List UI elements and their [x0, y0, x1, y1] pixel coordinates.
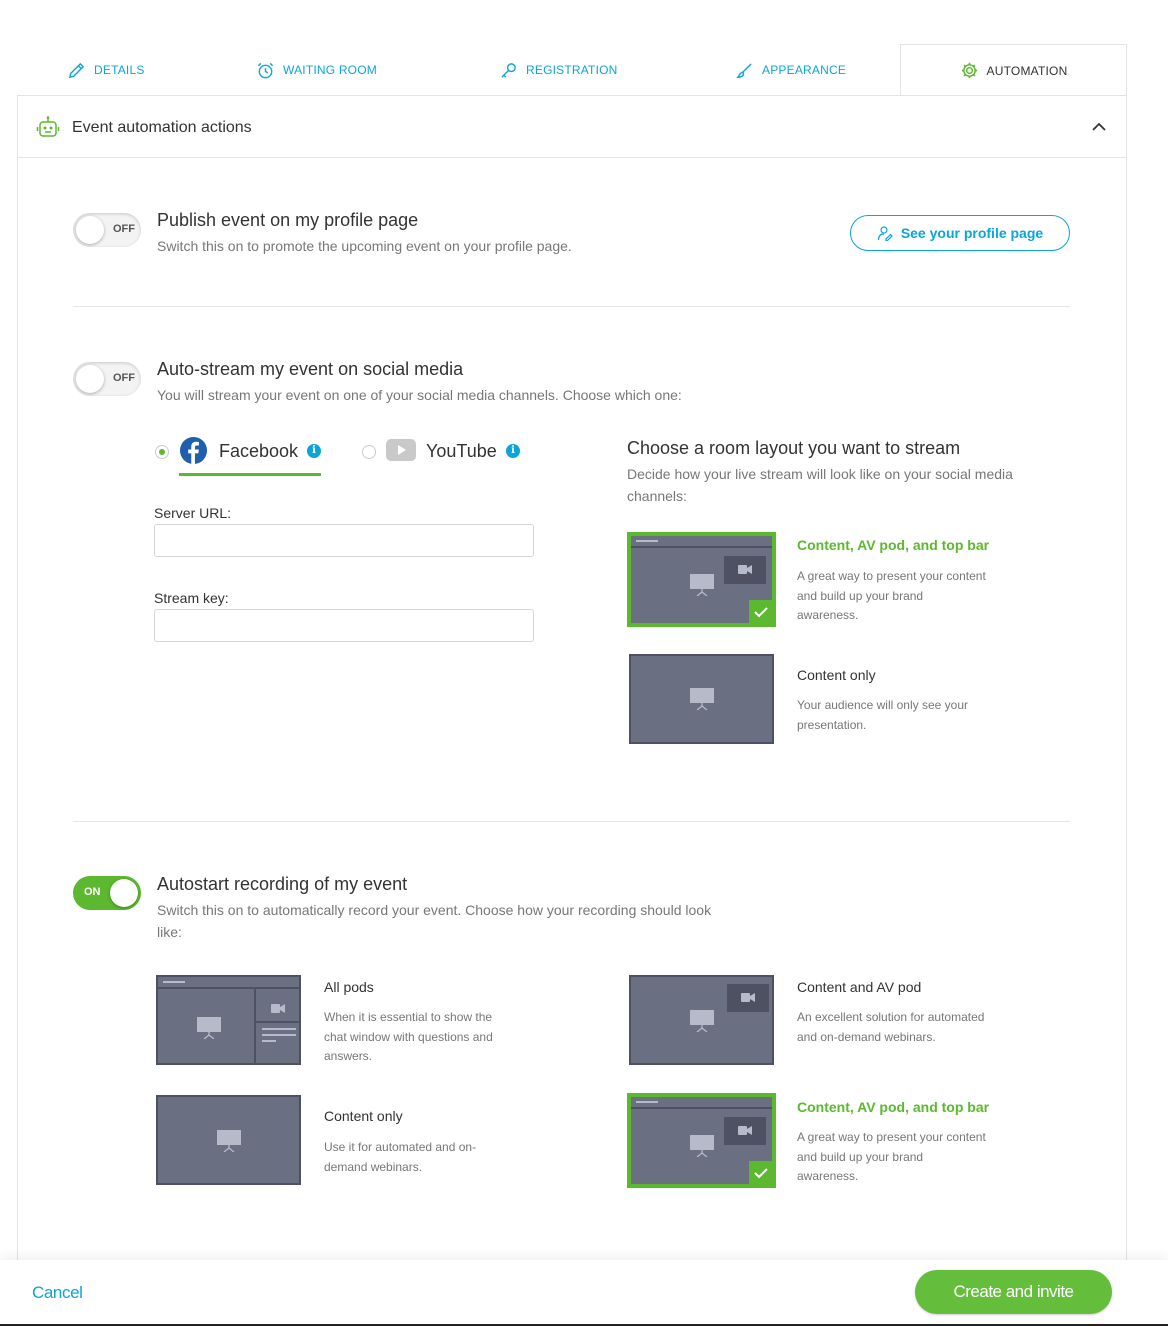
toggle-state: OFF: [113, 372, 135, 384]
cancel-button[interactable]: Cancel: [32, 1283, 83, 1303]
selected-underline: [179, 473, 321, 476]
create-and-invite-button[interactable]: Create and invite: [915, 1270, 1112, 1314]
gear-icon: [961, 62, 977, 79]
server-url-label: Server URL:: [154, 505, 232, 521]
topbar-shape: [158, 977, 299, 989]
autostream-subtitle: You will stream your event on one of you…: [157, 387, 682, 403]
presentation-icon: [690, 1010, 714, 1032]
tab-bar: DETAILS WAITING ROOM REGISTRATION APPEAR…: [17, 44, 1127, 96]
recording-toggle[interactable]: ON: [73, 876, 141, 910]
robot-icon: [36, 116, 60, 137]
stream-key-input[interactable]: [154, 609, 534, 642]
chat-line-shape: [262, 1040, 276, 1042]
pod-divider: [256, 1021, 299, 1023]
record-layout-title: All pods: [324, 979, 374, 995]
record-layout-allpods-thumb[interactable]: [156, 975, 301, 1065]
publish-subtitle: Switch this on to promote the upcoming e…: [157, 238, 572, 254]
divider: [73, 306, 1070, 307]
tab-registration[interactable]: REGISTRATION: [499, 44, 618, 96]
toggle-state: ON: [84, 886, 101, 898]
info-icon[interactable]: i: [307, 444, 321, 458]
topbar-shape: [631, 536, 772, 548]
record-layout-content-thumb[interactable]: [156, 1095, 301, 1185]
video-camera-icon: [738, 1126, 752, 1135]
recording-title: Autostart recording of my event: [157, 874, 408, 894]
av-pod-shape: [727, 984, 769, 1012]
tab-label: WAITING ROOM: [283, 63, 377, 77]
youtube-icon: [386, 439, 416, 461]
divider: [73, 821, 1070, 822]
pod-divider: [254, 989, 256, 1063]
tab-label: DETAILS: [94, 63, 145, 77]
tab-details[interactable]: DETAILS: [67, 44, 145, 96]
topbar-shape: [631, 1097, 772, 1109]
toggle-knob: [76, 216, 104, 244]
youtube-label[interactable]: YouTube: [426, 441, 497, 462]
tab-automation[interactable]: AUTOMATION: [900, 44, 1127, 96]
toggle-knob: [110, 879, 138, 907]
stream-layout-topbar-thumb[interactable]: [627, 532, 776, 627]
facebook-radio[interactable]: [155, 445, 169, 459]
selected-check-icon: [749, 1161, 773, 1185]
stream-layout-content-thumb[interactable]: [629, 654, 774, 744]
presentation-icon: [690, 688, 714, 710]
toggle-state: OFF: [113, 223, 135, 235]
publish-toggle[interactable]: OFF: [73, 213, 141, 247]
layout-subtitle: Decide how your live stream will look li…: [627, 466, 1013, 504]
facebook-label[interactable]: Facebook: [219, 441, 298, 462]
video-camera-icon: [738, 565, 752, 574]
record-layout-contentav-thumb[interactable]: [629, 975, 774, 1065]
tab-label: APPEARANCE: [762, 63, 847, 77]
brush-icon: [736, 62, 752, 78]
panel-header[interactable]: Event automation actions: [18, 96, 1126, 158]
record-layout-desc: When it is essential to show the chat wi…: [324, 1010, 493, 1063]
server-url-input[interactable]: [154, 524, 534, 557]
video-camera-icon: [741, 993, 755, 1002]
publish-title: Publish event on my profile page: [157, 210, 419, 230]
av-pod-shape: [724, 556, 766, 584]
user-edit-icon: [877, 226, 893, 241]
record-layout-topbar-thumb[interactable]: [627, 1093, 776, 1188]
autostream-toggle[interactable]: OFF: [73, 362, 141, 396]
stream-layout-title: Content only: [797, 667, 876, 683]
facebook-icon: [179, 436, 208, 465]
record-layout-title: Content and AV pod: [797, 979, 922, 995]
stream-layout-title: Content, AV pod, and top bar: [797, 537, 990, 553]
key-icon: [501, 62, 516, 78]
chevron-up-icon[interactable]: [1090, 118, 1108, 136]
av-pod-shape: [724, 1117, 766, 1145]
alarm-clock-icon: [257, 62, 274, 78]
layout-title: Choose a room layout you want to stream: [627, 438, 961, 458]
stream-key-label: Stream key:: [154, 590, 229, 606]
youtube-radio[interactable]: [362, 445, 376, 459]
recording-subtitle: Switch this on to automatically record y…: [157, 902, 712, 940]
chat-line-shape: [262, 1034, 296, 1036]
panel-title: Event automation actions: [72, 119, 252, 136]
stream-layout-desc: Your audience will only see your present…: [797, 698, 968, 732]
presentation-icon: [690, 1135, 714, 1157]
autostream-title: Auto-stream my event on social media: [157, 359, 464, 379]
chat-line-shape: [262, 1028, 296, 1030]
tab-label: REGISTRATION: [526, 63, 618, 77]
tab-label: AUTOMATION: [986, 63, 1068, 78]
video-camera-icon: [271, 1004, 285, 1013]
footer-bar: Cancel Create and invite: [0, 1260, 1168, 1326]
presentation-icon: [197, 1017, 221, 1039]
see-profile-button[interactable]: See your profile page: [850, 215, 1070, 251]
presentation-icon: [217, 1130, 241, 1152]
record-layout-desc: Use it for automated and on-demand webin…: [324, 1140, 477, 1174]
tab-appearance[interactable]: APPEARANCE: [735, 44, 846, 96]
tab-waiting-room[interactable]: WAITING ROOM: [256, 44, 377, 96]
record-layout-desc: An excellent solution for automated and …: [797, 1010, 985, 1044]
presentation-icon: [690, 574, 714, 596]
toggle-knob: [76, 365, 104, 393]
selected-check-icon: [749, 600, 773, 624]
see-profile-label: See your profile page: [900, 225, 1044, 241]
record-layout-desc: A great way to present your content and …: [797, 1130, 986, 1183]
info-icon[interactable]: i: [506, 444, 520, 458]
pencil-icon: [68, 62, 85, 78]
record-layout-title: Content, AV pod, and top bar: [797, 1099, 990, 1115]
stream-layout-desc: A great way to present your content and …: [797, 569, 986, 622]
record-layout-title: Content only: [324, 1108, 403, 1124]
